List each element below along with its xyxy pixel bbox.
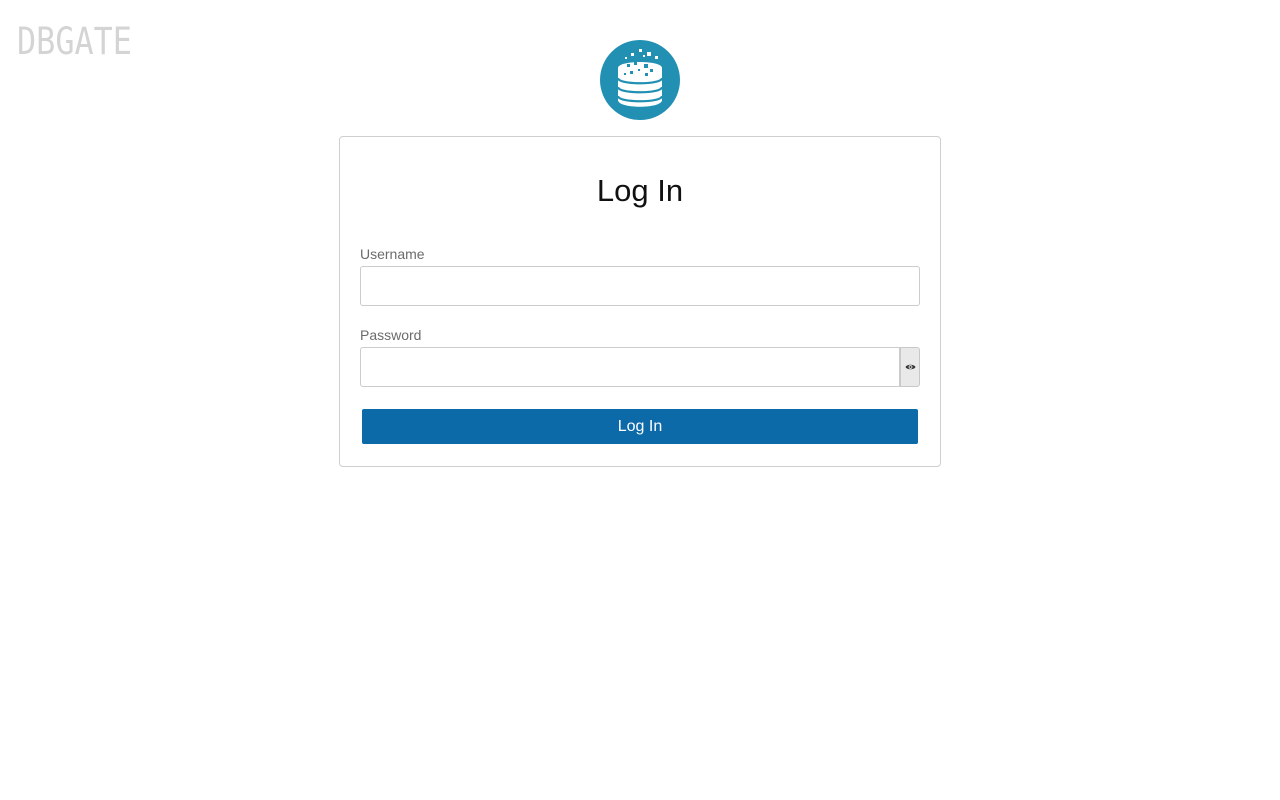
- password-label: Password: [360, 327, 422, 343]
- database-logo-icon: [600, 40, 680, 120]
- login-card: Log In Username Password Log In: [339, 136, 941, 467]
- eye-icon: [905, 363, 916, 371]
- username-field[interactable]: [360, 266, 920, 306]
- brand-wordmark: DBGATE: [17, 20, 132, 63]
- show-password-button[interactable]: [900, 347, 920, 387]
- username-label: Username: [360, 246, 425, 262]
- login-button[interactable]: Log In: [362, 409, 918, 444]
- page-title: Log In: [596, 173, 684, 208]
- password-field[interactable]: [360, 347, 900, 387]
